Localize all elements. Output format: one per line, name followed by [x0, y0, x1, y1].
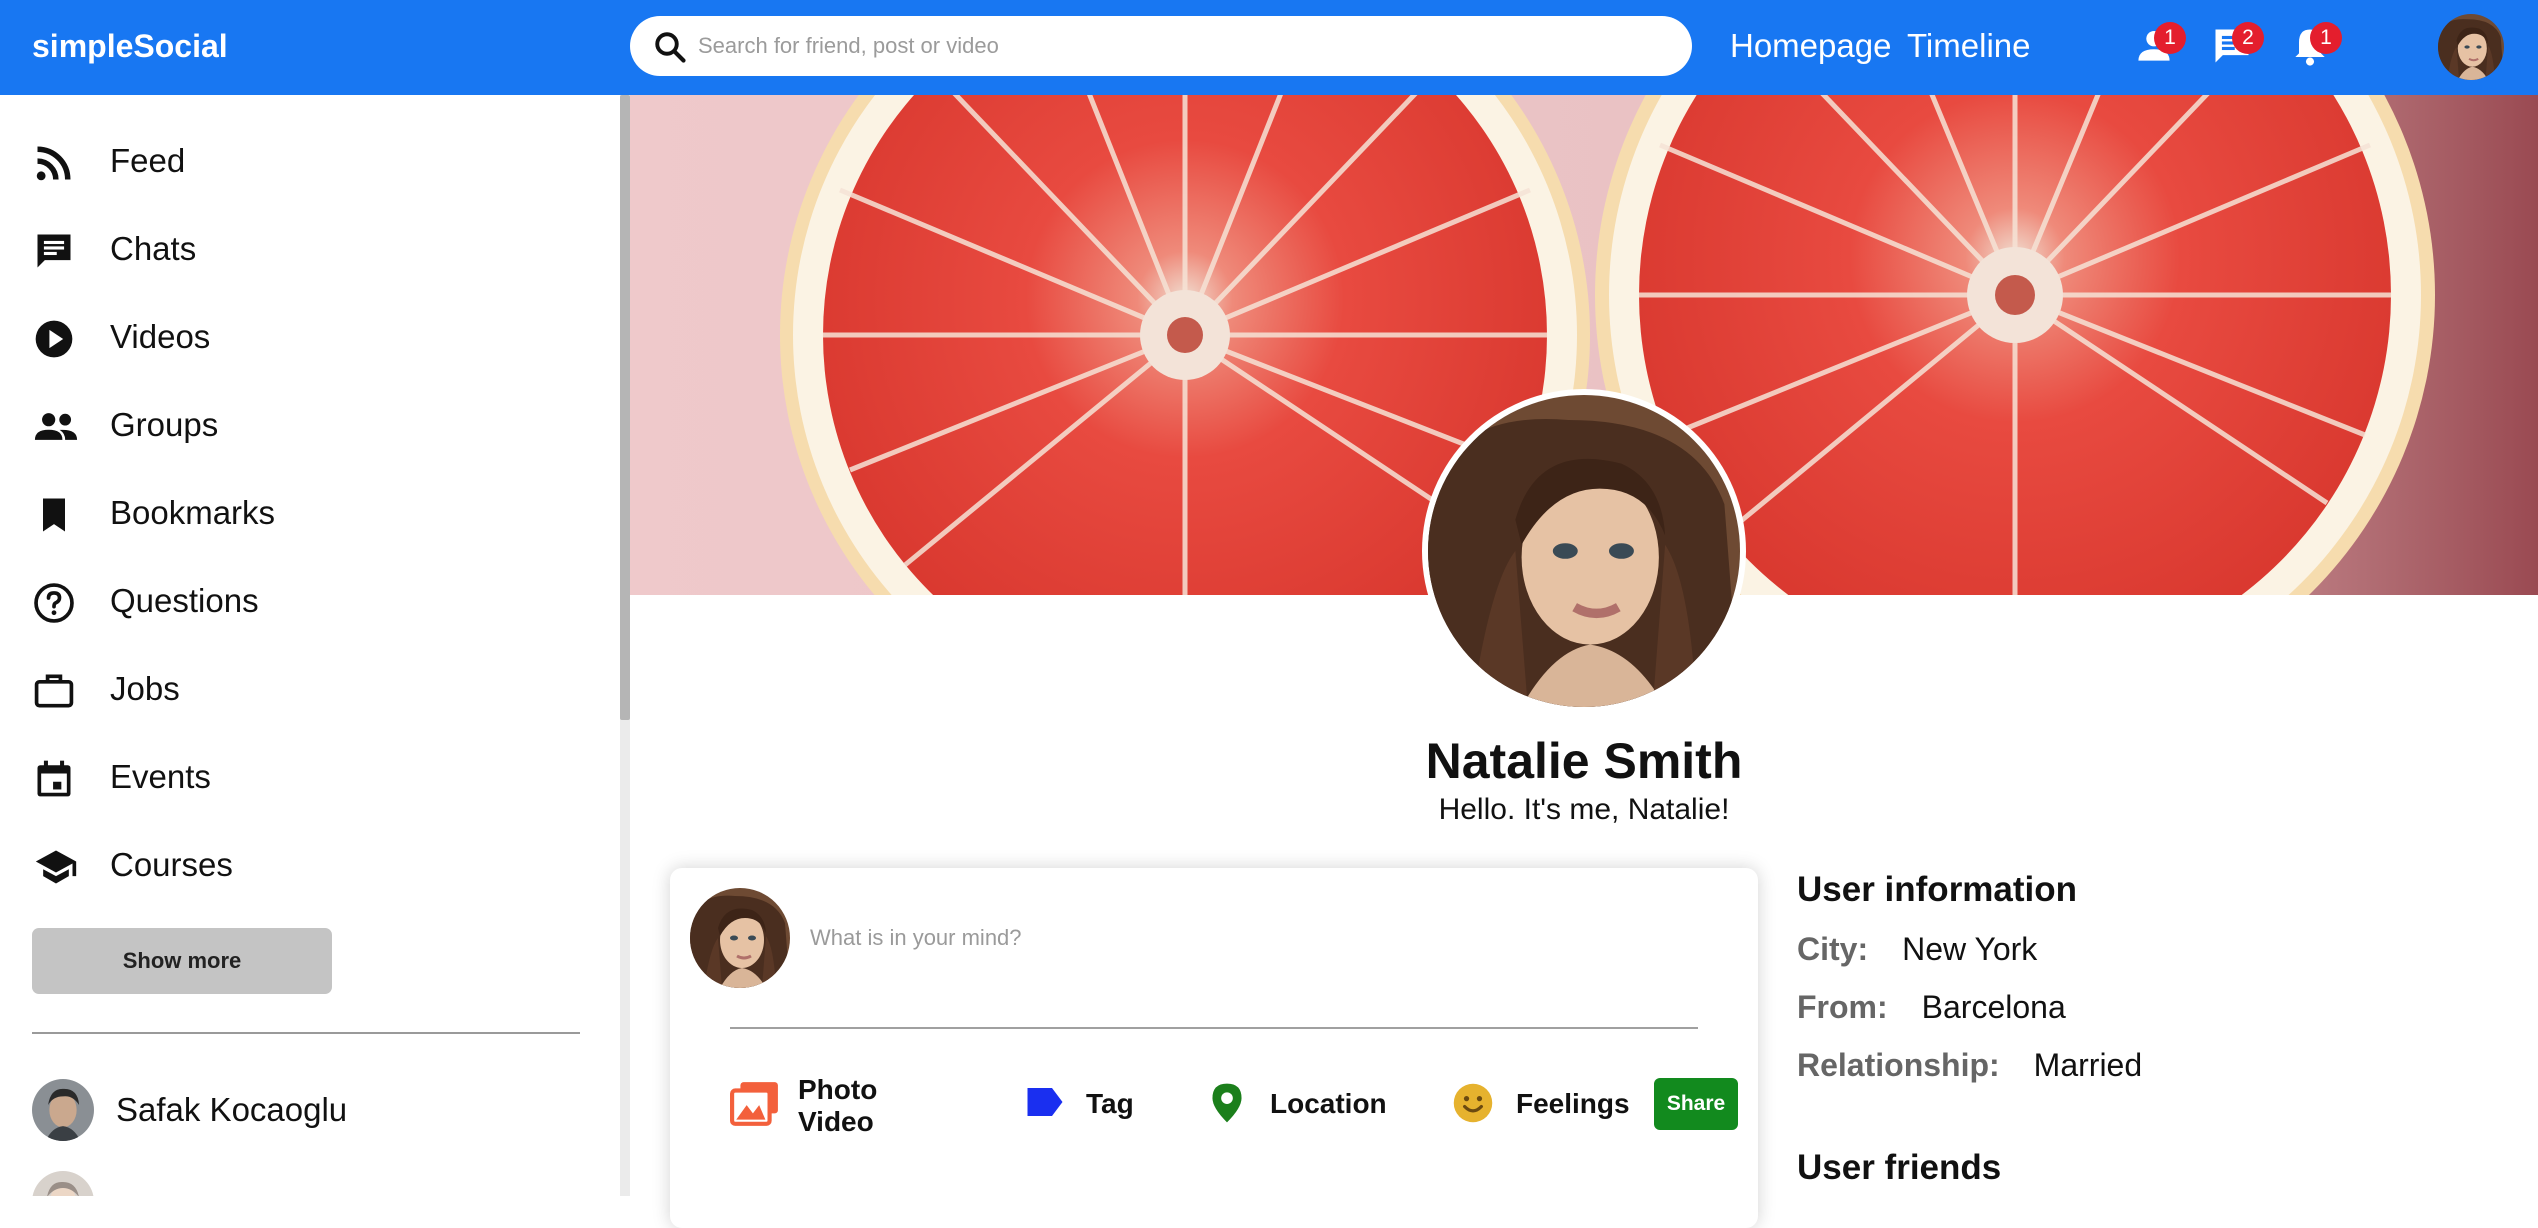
show-more-button[interactable]: Show more — [32, 928, 332, 994]
sidebar-item-label: Groups — [110, 406, 219, 443]
info-value: New York — [1902, 931, 2038, 967]
info-value: Barcelona — [1921, 989, 2066, 1025]
share-button[interactable]: Share — [1654, 1078, 1738, 1130]
sidebar-divider — [32, 1032, 580, 1034]
messages-button[interactable]: 2 — [2198, 16, 2264, 76]
timeline-link[interactable]: Timeline — [1907, 24, 2030, 68]
friend-list-item[interactable]: Safak Kocaoglu — [32, 1079, 592, 1149]
calendar-icon — [37, 760, 71, 797]
user-friends-title: User friends — [1797, 1148, 2002, 1187]
friend-list-item[interactable] — [32, 1171, 592, 1196]
feelings-option-label: Feelings — [1516, 1088, 1630, 1119]
rss-feed-icon — [36, 146, 71, 181]
homepage-link[interactable]: Homepage — [1730, 24, 1891, 68]
user-avatar[interactable] — [2438, 14, 2504, 80]
info-value: Married — [2033, 1047, 2143, 1083]
feelings-option[interactable]: Feelings — [1452, 1068, 1652, 1138]
photo-option-label: Photo — [798, 1074, 878, 1105]
notifications-button[interactable]: 1 — [2276, 16, 2342, 76]
sidebar-item-label: Events — [110, 758, 211, 795]
app-logo[interactable]: simpleSocial — [32, 24, 228, 68]
info-key: Relationship: — [1797, 1047, 2000, 1083]
help-circle-icon — [34, 583, 74, 623]
sidebar-item-events[interactable]: Events — [32, 747, 592, 807]
sidebar-item-label: Feed — [110, 142, 186, 179]
play-circle-icon — [35, 320, 73, 358]
location-option[interactable]: Location — [1210, 1068, 1410, 1138]
info-key: From: — [1797, 989, 1888, 1025]
share-avatar — [690, 888, 790, 988]
friend-avatar — [32, 1079, 94, 1141]
sidebar-item-label: Chats — [110, 230, 197, 267]
friend-avatar — [32, 1171, 94, 1196]
sidebar-scrollbar-thumb[interactable] — [620, 95, 630, 720]
profile-description: Hello. It's me, Natalie! — [1438, 793, 1730, 826]
user-info-title: User information — [1797, 870, 2078, 909]
bookmark-icon — [43, 498, 65, 532]
top-navbar: simpleSocial Homepage Timeline 1 2 1 — [0, 0, 2538, 95]
sidebar-item-videos[interactable]: Videos — [32, 307, 592, 367]
sidebar-item-chats[interactable]: Chats — [32, 219, 592, 279]
share-divider — [730, 1027, 1698, 1029]
photo-video-option[interactable]: Photo Video — [730, 1068, 930, 1138]
briefcase-icon — [34, 674, 74, 708]
sidebar: Feed Chats Videos Groups Bookmarks Quest… — [0, 95, 620, 1196]
sidebar-item-jobs[interactable]: Jobs — [32, 659, 592, 719]
profile-picture[interactable] — [1428, 395, 1740, 707]
info-row-from: From: Barcelona — [1797, 987, 2066, 1027]
share-post-card: Photo Video Tag Location Feelings Share — [670, 868, 1758, 1228]
chat-icon — [37, 234, 71, 268]
post-input[interactable] — [810, 918, 1690, 958]
sidebar-item-label: Courses — [110, 846, 233, 883]
info-row-city: City: New York — [1797, 929, 2037, 969]
friend-name: Safak Kocaoglu — [116, 1091, 348, 1128]
video-option-label: Video — [798, 1106, 874, 1137]
sidebar-item-label: Questions — [110, 582, 259, 619]
search-bar — [630, 16, 1692, 76]
school-icon — [35, 850, 77, 884]
sidebar-item-bookmarks[interactable]: Bookmarks — [32, 483, 592, 543]
location-option-label: Location — [1270, 1088, 1387, 1119]
sidebar-item-label: Jobs — [110, 670, 180, 707]
sidebar-item-label: Bookmarks — [110, 494, 276, 531]
notification-badge: 1 — [2154, 22, 2186, 54]
location-pin-icon — [1212, 1083, 1242, 1123]
sidebar-item-groups[interactable]: Groups — [32, 395, 592, 455]
group-icon — [34, 413, 78, 440]
tag-option-label: Tag — [1086, 1088, 1134, 1119]
sidebar-item-courses[interactable]: Courses — [32, 835, 592, 895]
notification-badge: 2 — [2232, 22, 2264, 54]
search-icon — [652, 29, 688, 65]
notification-badge: 1 — [2310, 22, 2342, 54]
search-input[interactable] — [698, 24, 1658, 68]
photo-library-icon — [730, 1082, 778, 1126]
info-key: City: — [1797, 931, 1869, 967]
tag-option[interactable]: Tag — [1024, 1068, 1154, 1138]
friend-requests-button[interactable]: 1 — [2120, 16, 2186, 76]
sidebar-item-label: Videos — [110, 318, 211, 355]
sidebar-item-feed[interactable]: Feed — [32, 131, 592, 191]
sidebar-item-questions[interactable]: Questions — [32, 571, 592, 631]
profile-name: Natalie Smith — [1425, 733, 1743, 789]
info-row-relationship: Relationship: Married — [1797, 1045, 2142, 1085]
emoji-icon — [1453, 1083, 1493, 1123]
label-icon — [1027, 1088, 1063, 1116]
